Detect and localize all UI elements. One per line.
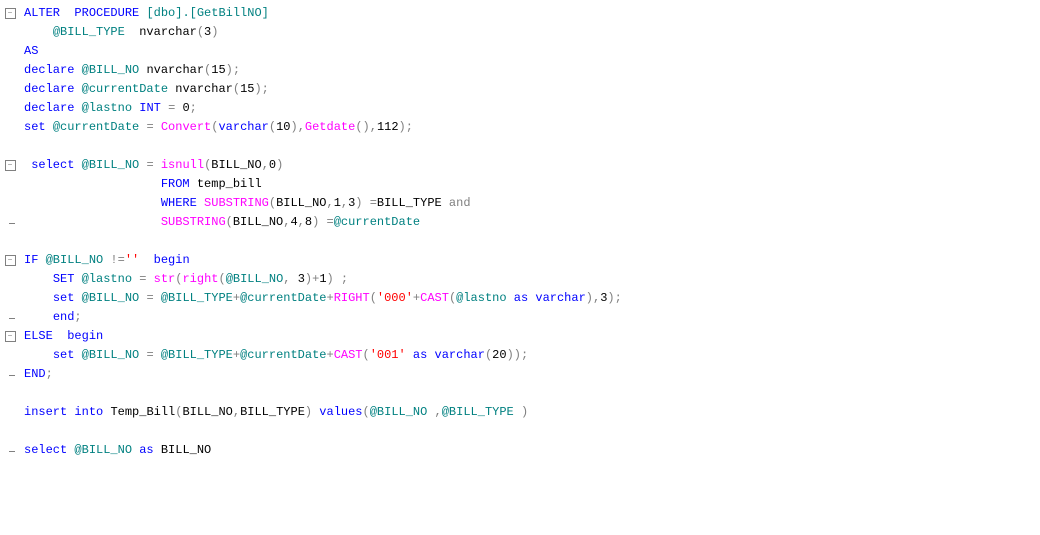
code-line: AS bbox=[0, 42, 1040, 61]
code-text: end; bbox=[20, 308, 82, 327]
blank-line bbox=[0, 232, 1040, 251]
code-line: − select @BILL_NO = isnull(BILL_NO,0) bbox=[0, 156, 1040, 175]
blank-line bbox=[0, 137, 1040, 156]
code-line: declare @currentDate nvarchar(15); bbox=[0, 80, 1040, 99]
code-line: set @BILL_NO = @BILL_TYPE+@currentDate+R… bbox=[0, 289, 1040, 308]
code-text: FROM temp_bill bbox=[20, 175, 262, 194]
code-line: FROM temp_bill bbox=[0, 175, 1040, 194]
fold-toggle-icon[interactable]: − bbox=[0, 331, 20, 342]
code-line: END; bbox=[0, 365, 1040, 384]
code-text: @BILL_TYPE nvarchar(3) bbox=[20, 23, 218, 42]
code-editor: − ALTER PROCEDURE [dbo].[GetBillNO] @BIL… bbox=[0, 0, 1040, 460]
fold-toggle-icon[interactable]: − bbox=[0, 255, 20, 266]
blank-line bbox=[0, 384, 1040, 403]
code-text: set @BILL_NO = @BILL_TYPE+@currentDate+R… bbox=[20, 289, 622, 308]
code-text: select @BILL_NO as BILL_NO bbox=[20, 441, 211, 460]
code-text: ALTER PROCEDURE [dbo].[GetBillNO] bbox=[20, 4, 269, 23]
code-text: declare @lastno INT = 0; bbox=[20, 99, 197, 118]
code-text: END; bbox=[20, 365, 53, 384]
code-text: select @BILL_NO = isnull(BILL_NO,0) bbox=[20, 156, 283, 175]
code-text: insert into Temp_Bill(BILL_NO,BILL_TYPE)… bbox=[20, 403, 528, 422]
code-line: WHERE SUBSTRING(BILL_NO,1,3) =BILL_TYPE … bbox=[0, 194, 1040, 213]
code-text: declare @BILL_NO nvarchar(15); bbox=[20, 61, 240, 80]
code-line: − IF @BILL_NO !='' begin bbox=[0, 251, 1040, 270]
code-text: WHERE SUBSTRING(BILL_NO,1,3) =BILL_TYPE … bbox=[20, 194, 471, 213]
code-line: @BILL_TYPE nvarchar(3) bbox=[0, 23, 1040, 42]
fold-toggle-icon[interactable]: − bbox=[0, 8, 20, 19]
code-text: SUBSTRING(BILL_NO,4,8) =@currentDate bbox=[20, 213, 420, 232]
code-line: − ALTER PROCEDURE [dbo].[GetBillNO] bbox=[0, 4, 1040, 23]
code-line: insert into Temp_Bill(BILL_NO,BILL_TYPE)… bbox=[0, 403, 1040, 422]
blank-line bbox=[0, 422, 1040, 441]
code-line: select @BILL_NO as BILL_NO bbox=[0, 441, 1040, 460]
code-line: SUBSTRING(BILL_NO,4,8) =@currentDate bbox=[0, 213, 1040, 232]
code-text: AS bbox=[20, 42, 38, 61]
code-text: set @currentDate = Convert(varchar(10),G… bbox=[20, 118, 413, 137]
code-line: set @currentDate = Convert(varchar(10),G… bbox=[0, 118, 1040, 137]
code-text: declare @currentDate nvarchar(15); bbox=[20, 80, 269, 99]
code-line: SET @lastno = str(right(@BILL_NO, 3)+1) … bbox=[0, 270, 1040, 289]
code-line: − ELSE begin bbox=[0, 327, 1040, 346]
code-line: declare @BILL_NO nvarchar(15); bbox=[0, 61, 1040, 80]
code-text: SET @lastno = str(right(@BILL_NO, 3)+1) … bbox=[20, 270, 348, 289]
code-text: ELSE begin bbox=[20, 327, 103, 346]
code-line: end; bbox=[0, 308, 1040, 327]
fold-toggle-icon[interactable]: − bbox=[0, 160, 20, 171]
code-text: set @BILL_NO = @BILL_TYPE+@currentDate+C… bbox=[20, 346, 528, 365]
code-line: set @BILL_NO = @BILL_TYPE+@currentDate+C… bbox=[0, 346, 1040, 365]
code-text: IF @BILL_NO !='' begin bbox=[20, 251, 190, 270]
code-line: declare @lastno INT = 0; bbox=[0, 99, 1040, 118]
